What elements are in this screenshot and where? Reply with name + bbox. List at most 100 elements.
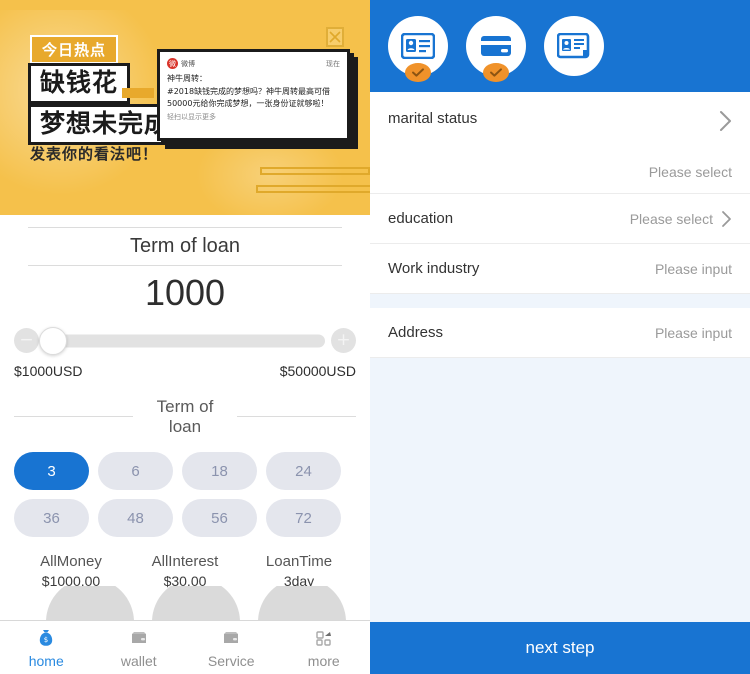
step-personal-info[interactable] bbox=[544, 16, 604, 76]
bottom-tab-bar[interactable]: $ home wallet Service more bbox=[0, 620, 370, 674]
summary-allmoney: AllMoney $1000.00 bbox=[14, 553, 128, 589]
address-input[interactable]: Please input bbox=[655, 325, 732, 341]
education-value: Please select bbox=[629, 210, 713, 227]
chevron-right-icon bbox=[721, 210, 732, 228]
promo-banner[interactable]: 今日热点 缺钱花 梦想未完成 发表你的看法吧！ 微 微博 现在 神牛周转： #2… bbox=[0, 0, 370, 215]
tab-home[interactable]: $ home bbox=[0, 621, 93, 674]
loan-term-heading: Term of loan bbox=[14, 379, 356, 440]
weibo-brand: 微 微博 bbox=[167, 58, 195, 69]
summary-loantime: LoanTime 3day bbox=[242, 553, 356, 589]
background-circles-decoration bbox=[0, 586, 370, 620]
term-option-48[interactable]: 48 bbox=[98, 499, 173, 538]
loan-amount-slider[interactable] bbox=[39, 326, 325, 355]
banner-dash-accent bbox=[122, 88, 154, 98]
marital-status-control[interactable]: Please select bbox=[532, 110, 732, 180]
personal-info-icon bbox=[544, 16, 604, 76]
term-option-56[interactable]: 56 bbox=[182, 499, 257, 538]
tab-wallet-label: wallet bbox=[120, 652, 157, 669]
verified-check-badge-bank bbox=[483, 63, 509, 82]
loan-term-options[interactable]: 3 6 18 24 36 48 56 72 bbox=[14, 440, 356, 543]
step-identity[interactable] bbox=[388, 16, 448, 82]
verification-steps-header bbox=[370, 0, 750, 92]
svg-text:$: $ bbox=[44, 636, 48, 644]
form-section-gap bbox=[370, 294, 750, 308]
app-screenshot: 今日热点 缺钱花 梦想未完成 发表你的看法吧！ 微 微博 现在 神牛周转： #2… bbox=[0, 0, 750, 674]
form-row-marital-status[interactable]: marital status Please select bbox=[370, 92, 750, 194]
loan-amount-section: Term of loan 1000 − + $1000USD $50000USD… bbox=[0, 221, 370, 589]
loan-term-heading-text: Term of loan bbox=[156, 397, 214, 436]
decrement-button[interactable]: − bbox=[14, 328, 39, 353]
slider-track[interactable] bbox=[45, 334, 325, 347]
wallet-icon bbox=[128, 627, 150, 649]
banner-title-line1: 缺钱花 bbox=[28, 63, 131, 104]
tab-home-label: home bbox=[28, 652, 64, 669]
increment-button[interactable]: + bbox=[331, 328, 356, 353]
loan-amount-heading: Term of loan bbox=[14, 221, 356, 266]
service-icon bbox=[220, 627, 242, 649]
banner-subtitle: 发表你的看法吧！ bbox=[30, 145, 159, 163]
weibo-post-card[interactable]: 微 微博 现在 神牛周转： #2018缺钱完成的梦想吗？神牛周转最高可借5000… bbox=[157, 49, 350, 141]
address-label: Address bbox=[388, 324, 444, 341]
form-row-education[interactable]: education Please select bbox=[370, 194, 750, 244]
money-bag-icon: $ bbox=[35, 627, 57, 649]
education-control[interactable]: Please select bbox=[630, 210, 732, 228]
loan-amount-slider-row[interactable]: − + bbox=[14, 324, 356, 359]
grid-more-icon bbox=[313, 627, 335, 649]
hot-topic-badge: 今日热点 bbox=[30, 35, 119, 64]
summary-allmoney-label: AllMoney bbox=[40, 553, 102, 571]
marital-status-label: marital status bbox=[388, 110, 478, 127]
loan-amount-value: 1000 bbox=[144, 272, 226, 313]
weibo-brand-name: 微博 bbox=[181, 59, 195, 68]
weibo-show-more[interactable]: 轻扫以显示更多 bbox=[167, 112, 340, 122]
summary-allinterest-label: AllInterest bbox=[151, 553, 219, 571]
term-option-6[interactable]: 6 bbox=[98, 452, 173, 491]
address-control[interactable]: Please input bbox=[655, 325, 732, 341]
banner-bar-decoration-1 bbox=[260, 167, 370, 175]
close-x-icon[interactable] bbox=[326, 27, 344, 47]
close-x-glyph bbox=[329, 31, 341, 43]
loan-amount-range-labels: $1000USD $50000USD bbox=[14, 359, 356, 379]
marital-status-value: Please select bbox=[648, 164, 732, 180]
term-heading-rule-right bbox=[237, 416, 356, 418]
term-option-3[interactable]: 3 bbox=[14, 452, 89, 491]
tab-service[interactable]: Service bbox=[185, 621, 278, 674]
loan-summary: AllMoney $1000.00 AllInterest $30.00 Loa… bbox=[14, 543, 356, 589]
step-bank-card[interactable] bbox=[466, 16, 526, 82]
summary-allinterest: AllInterest $30.00 bbox=[128, 553, 242, 589]
background-circle-2 bbox=[152, 586, 240, 620]
weibo-timestamp: 现在 bbox=[326, 59, 340, 68]
term-option-24[interactable]: 24 bbox=[266, 452, 341, 491]
work-industry-input[interactable]: Please input bbox=[655, 261, 732, 277]
next-step-button[interactable]: next step bbox=[370, 622, 750, 674]
form-row-address[interactable]: Address Please input bbox=[370, 308, 750, 358]
chevron-right-icon bbox=[719, 110, 732, 132]
term-heading-rule-left bbox=[14, 416, 133, 418]
slider-handle[interactable] bbox=[39, 326, 67, 355]
term-option-36[interactable]: 36 bbox=[14, 499, 89, 538]
form-row-work-industry[interactable]: Work industry Please input bbox=[370, 244, 750, 294]
term-option-18[interactable]: 18 bbox=[182, 452, 257, 491]
work-industry-label: Work industry bbox=[388, 260, 480, 277]
verified-check-badge-identity bbox=[405, 63, 431, 82]
range-min-label: $1000USD bbox=[14, 363, 83, 379]
personal-info-form-screen: marital status Please select education P… bbox=[370, 0, 750, 674]
term-option-72[interactable]: 72 bbox=[266, 499, 341, 538]
weibo-post-body: #2018缺钱完成的梦想吗？神牛周转最高可借50000元给你完成梦想，一张身份证… bbox=[167, 87, 331, 108]
range-max-label: $50000USD bbox=[279, 363, 356, 379]
education-label: education bbox=[388, 210, 454, 227]
loan-amount-heading-text: Term of loan bbox=[129, 235, 241, 257]
personal-info-form: marital status Please select education P… bbox=[370, 92, 750, 358]
background-circle-1 bbox=[46, 586, 134, 620]
tab-wallet[interactable]: wallet bbox=[93, 621, 186, 674]
banner-bar-decoration-2 bbox=[256, 185, 370, 193]
background-circle-3 bbox=[258, 586, 346, 620]
summary-loantime-label: LoanTime bbox=[265, 553, 333, 571]
tab-more[interactable]: more bbox=[278, 621, 371, 674]
tab-more-label: more bbox=[307, 652, 340, 669]
weibo-logo-icon: 微 bbox=[167, 58, 178, 69]
work-industry-control[interactable]: Please input bbox=[655, 261, 732, 277]
tab-service-label: Service bbox=[207, 652, 255, 669]
weibo-post-title: 神牛周转： bbox=[167, 74, 207, 83]
weibo-card-header: 微 微博 现在 bbox=[167, 58, 340, 69]
loan-calculator-screen: 今日热点 缺钱花 梦想未完成 发表你的看法吧！ 微 微博 现在 神牛周转： #2… bbox=[0, 0, 370, 674]
